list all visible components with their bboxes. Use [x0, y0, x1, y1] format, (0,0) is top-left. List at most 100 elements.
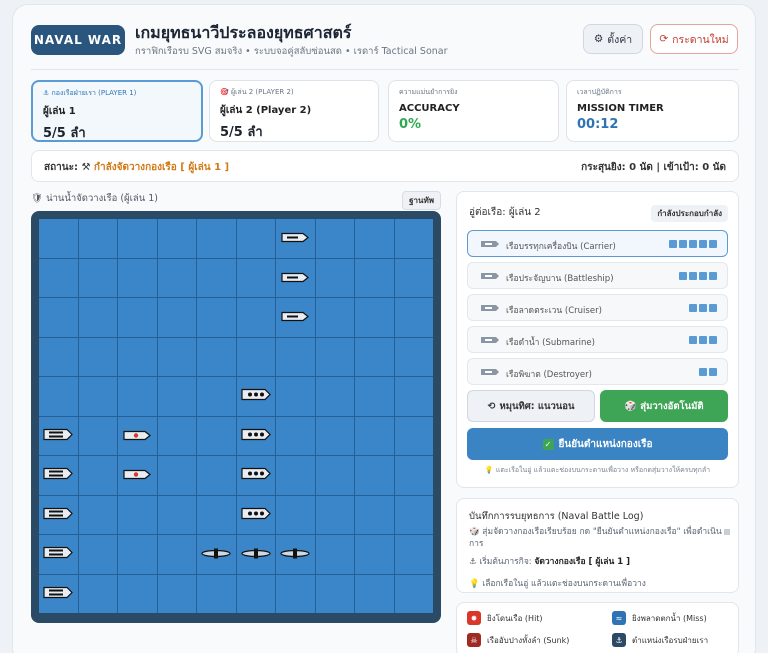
board-cell[interactable]: [157, 416, 196, 455]
board-cell[interactable]: [236, 219, 275, 258]
board-cell[interactable]: [276, 495, 315, 534]
board-cell[interactable]: [394, 298, 433, 337]
confirm-fleet-button[interactable]: ✓ ยืนยันตำแหน่งกองเรือ: [467, 428, 728, 460]
board-cell[interactable]: [118, 456, 157, 495]
board-cell[interactable]: [39, 456, 78, 495]
board-cell[interactable]: [78, 535, 117, 574]
board-cell[interactable]: [39, 258, 78, 297]
board-cell[interactable]: [276, 258, 315, 297]
board-cell[interactable]: [394, 535, 433, 574]
board-cell[interactable]: [197, 298, 236, 337]
new-game-button[interactable]: ⟳ กระดานใหม่: [650, 24, 738, 54]
board-cell[interactable]: [236, 495, 275, 534]
board-cell[interactable]: [236, 535, 275, 574]
board-cell[interactable]: [236, 377, 275, 416]
board-cell[interactable]: [78, 219, 117, 258]
board-cell[interactable]: [78, 298, 117, 337]
board-cell[interactable]: [236, 456, 275, 495]
board-cell[interactable]: [276, 574, 315, 613]
board-cell[interactable]: [236, 337, 275, 376]
shipyard-item[interactable]: เรือดำน้ำ (Submarine): [467, 326, 728, 353]
board-cell[interactable]: [236, 258, 275, 297]
board-cell[interactable]: [355, 219, 394, 258]
board-cell[interactable]: [355, 337, 394, 376]
board-cell[interactable]: [355, 416, 394, 455]
board-cell[interactable]: [118, 535, 157, 574]
shipyard-item[interactable]: เรือลาดตระเวน (Cruiser): [467, 294, 728, 321]
random-place-button[interactable]: 🎲 สุ่มวางอัตโนมัติ: [600, 390, 728, 422]
board-cell[interactable]: [78, 456, 117, 495]
board-cell[interactable]: [157, 219, 196, 258]
board-cell[interactable]: [197, 377, 236, 416]
board-cell[interactable]: [315, 535, 354, 574]
board-cell[interactable]: [39, 416, 78, 455]
board-cell[interactable]: [276, 456, 315, 495]
rotate-button[interactable]: ⟲ หมุนทิศ: แนวนอน: [467, 390, 595, 422]
board-cell[interactable]: [197, 456, 236, 495]
shipyard-item[interactable]: เรือพิฆาต (Destroyer): [467, 358, 728, 385]
board-cell[interactable]: [197, 337, 236, 376]
board-cell[interactable]: [157, 258, 196, 297]
board-cell[interactable]: [197, 416, 236, 455]
board-cell[interactable]: [315, 456, 354, 495]
board-cell[interactable]: [118, 495, 157, 534]
board-cell[interactable]: [197, 535, 236, 574]
board-cell[interactable]: [276, 298, 315, 337]
board-cell[interactable]: [394, 456, 433, 495]
board-cell[interactable]: [315, 219, 354, 258]
board-cell[interactable]: [236, 298, 275, 337]
board-cell[interactable]: [157, 574, 196, 613]
board-cell[interactable]: [118, 416, 157, 455]
board-cell[interactable]: [157, 495, 196, 534]
board-cell[interactable]: [276, 337, 315, 376]
board-cell[interactable]: [315, 574, 354, 613]
log-scrollbar[interactable]: [724, 529, 730, 535]
board-cell[interactable]: [157, 298, 196, 337]
board-cell[interactable]: [78, 258, 117, 297]
board-cell[interactable]: [118, 219, 157, 258]
board-cell[interactable]: [157, 456, 196, 495]
board-cell[interactable]: [394, 377, 433, 416]
board-cell[interactable]: [39, 574, 78, 613]
board-cell[interactable]: [394, 258, 433, 297]
board-cell[interactable]: [118, 298, 157, 337]
board-cell[interactable]: [355, 377, 394, 416]
board-cell[interactable]: [78, 574, 117, 613]
settings-button[interactable]: ⚙ ตั้งค่า: [583, 24, 643, 54]
board-cell[interactable]: [197, 219, 236, 258]
board-cell[interactable]: [197, 574, 236, 613]
board-cell[interactable]: [315, 416, 354, 455]
board-cell[interactable]: [157, 377, 196, 416]
board-cell[interactable]: [118, 258, 157, 297]
shipyard-item[interactable]: เรือประจัญบาน (Battleship): [467, 262, 728, 289]
board-cell[interactable]: [39, 337, 78, 376]
board-cell[interactable]: [394, 495, 433, 534]
board-cell[interactable]: [118, 377, 157, 416]
board-cell[interactable]: [276, 377, 315, 416]
board-cell[interactable]: [355, 535, 394, 574]
board-cell[interactable]: [78, 377, 117, 416]
board-cell[interactable]: [157, 535, 196, 574]
shipyard-item[interactable]: เรือบรรทุกเครื่องบิน (Carrier): [467, 230, 728, 257]
board-cell[interactable]: [394, 416, 433, 455]
board-cell[interactable]: [355, 298, 394, 337]
board-cell[interactable]: [197, 495, 236, 534]
board-cell[interactable]: [39, 298, 78, 337]
board-cell[interactable]: [78, 337, 117, 376]
board-cell[interactable]: [236, 416, 275, 455]
board-cell[interactable]: [78, 416, 117, 455]
board-cell[interactable]: [315, 337, 354, 376]
board-cell[interactable]: [39, 495, 78, 534]
board-cell[interactable]: [236, 574, 275, 613]
board-cell[interactable]: [276, 219, 315, 258]
board-cell[interactable]: [355, 258, 394, 297]
board-cell[interactable]: [315, 258, 354, 297]
board-cell[interactable]: [355, 574, 394, 613]
board-cell[interactable]: [118, 337, 157, 376]
board-cell[interactable]: [276, 535, 315, 574]
board-cell[interactable]: [355, 456, 394, 495]
board-cell[interactable]: [39, 535, 78, 574]
board-cell[interactable]: [394, 337, 433, 376]
board-cell[interactable]: [78, 495, 117, 534]
board-cell[interactable]: [39, 377, 78, 416]
